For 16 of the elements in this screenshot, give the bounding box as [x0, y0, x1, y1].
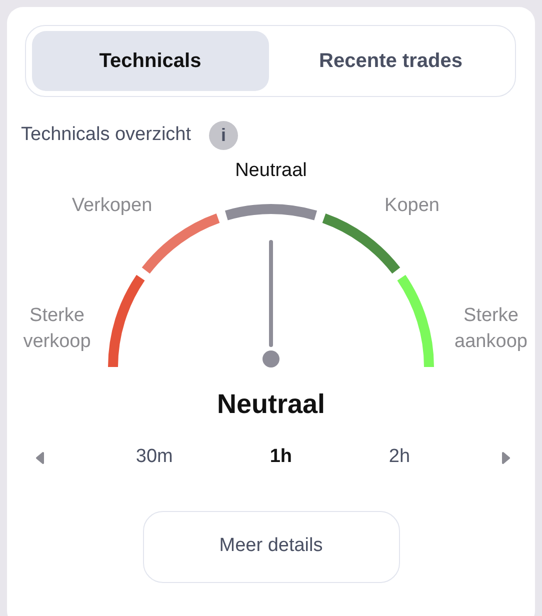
- tab[interactable]: Recente trades: [272, 31, 509, 91]
- gauge-label: Sterke aankoop: [454, 304, 528, 354]
- gauge-label: Neutraal: [235, 159, 307, 183]
- timeframe-option[interactable]: 30m: [130, 443, 179, 472]
- timeframe-option[interactable]: 1h: [264, 443, 298, 472]
- tab[interactable]: Technicals: [32, 31, 268, 91]
- gauge-label: Kopen: [384, 194, 440, 218]
- next-icon[interactable]: [500, 450, 511, 464]
- timeframe-option[interactable]: 2h: [382, 443, 416, 472]
- gauge-label: Sterke verkoop: [23, 304, 91, 354]
- gauge-label: Verkopen: [72, 194, 152, 218]
- section-title: Technicals overzicht: [21, 123, 192, 148]
- info-icon[interactable]: i: [209, 121, 238, 150]
- previous-icon[interactable]: [35, 450, 45, 464]
- gauge-verdict: Neutraal: [216, 388, 326, 421]
- details-button[interactable]: Meer details: [142, 510, 400, 582]
